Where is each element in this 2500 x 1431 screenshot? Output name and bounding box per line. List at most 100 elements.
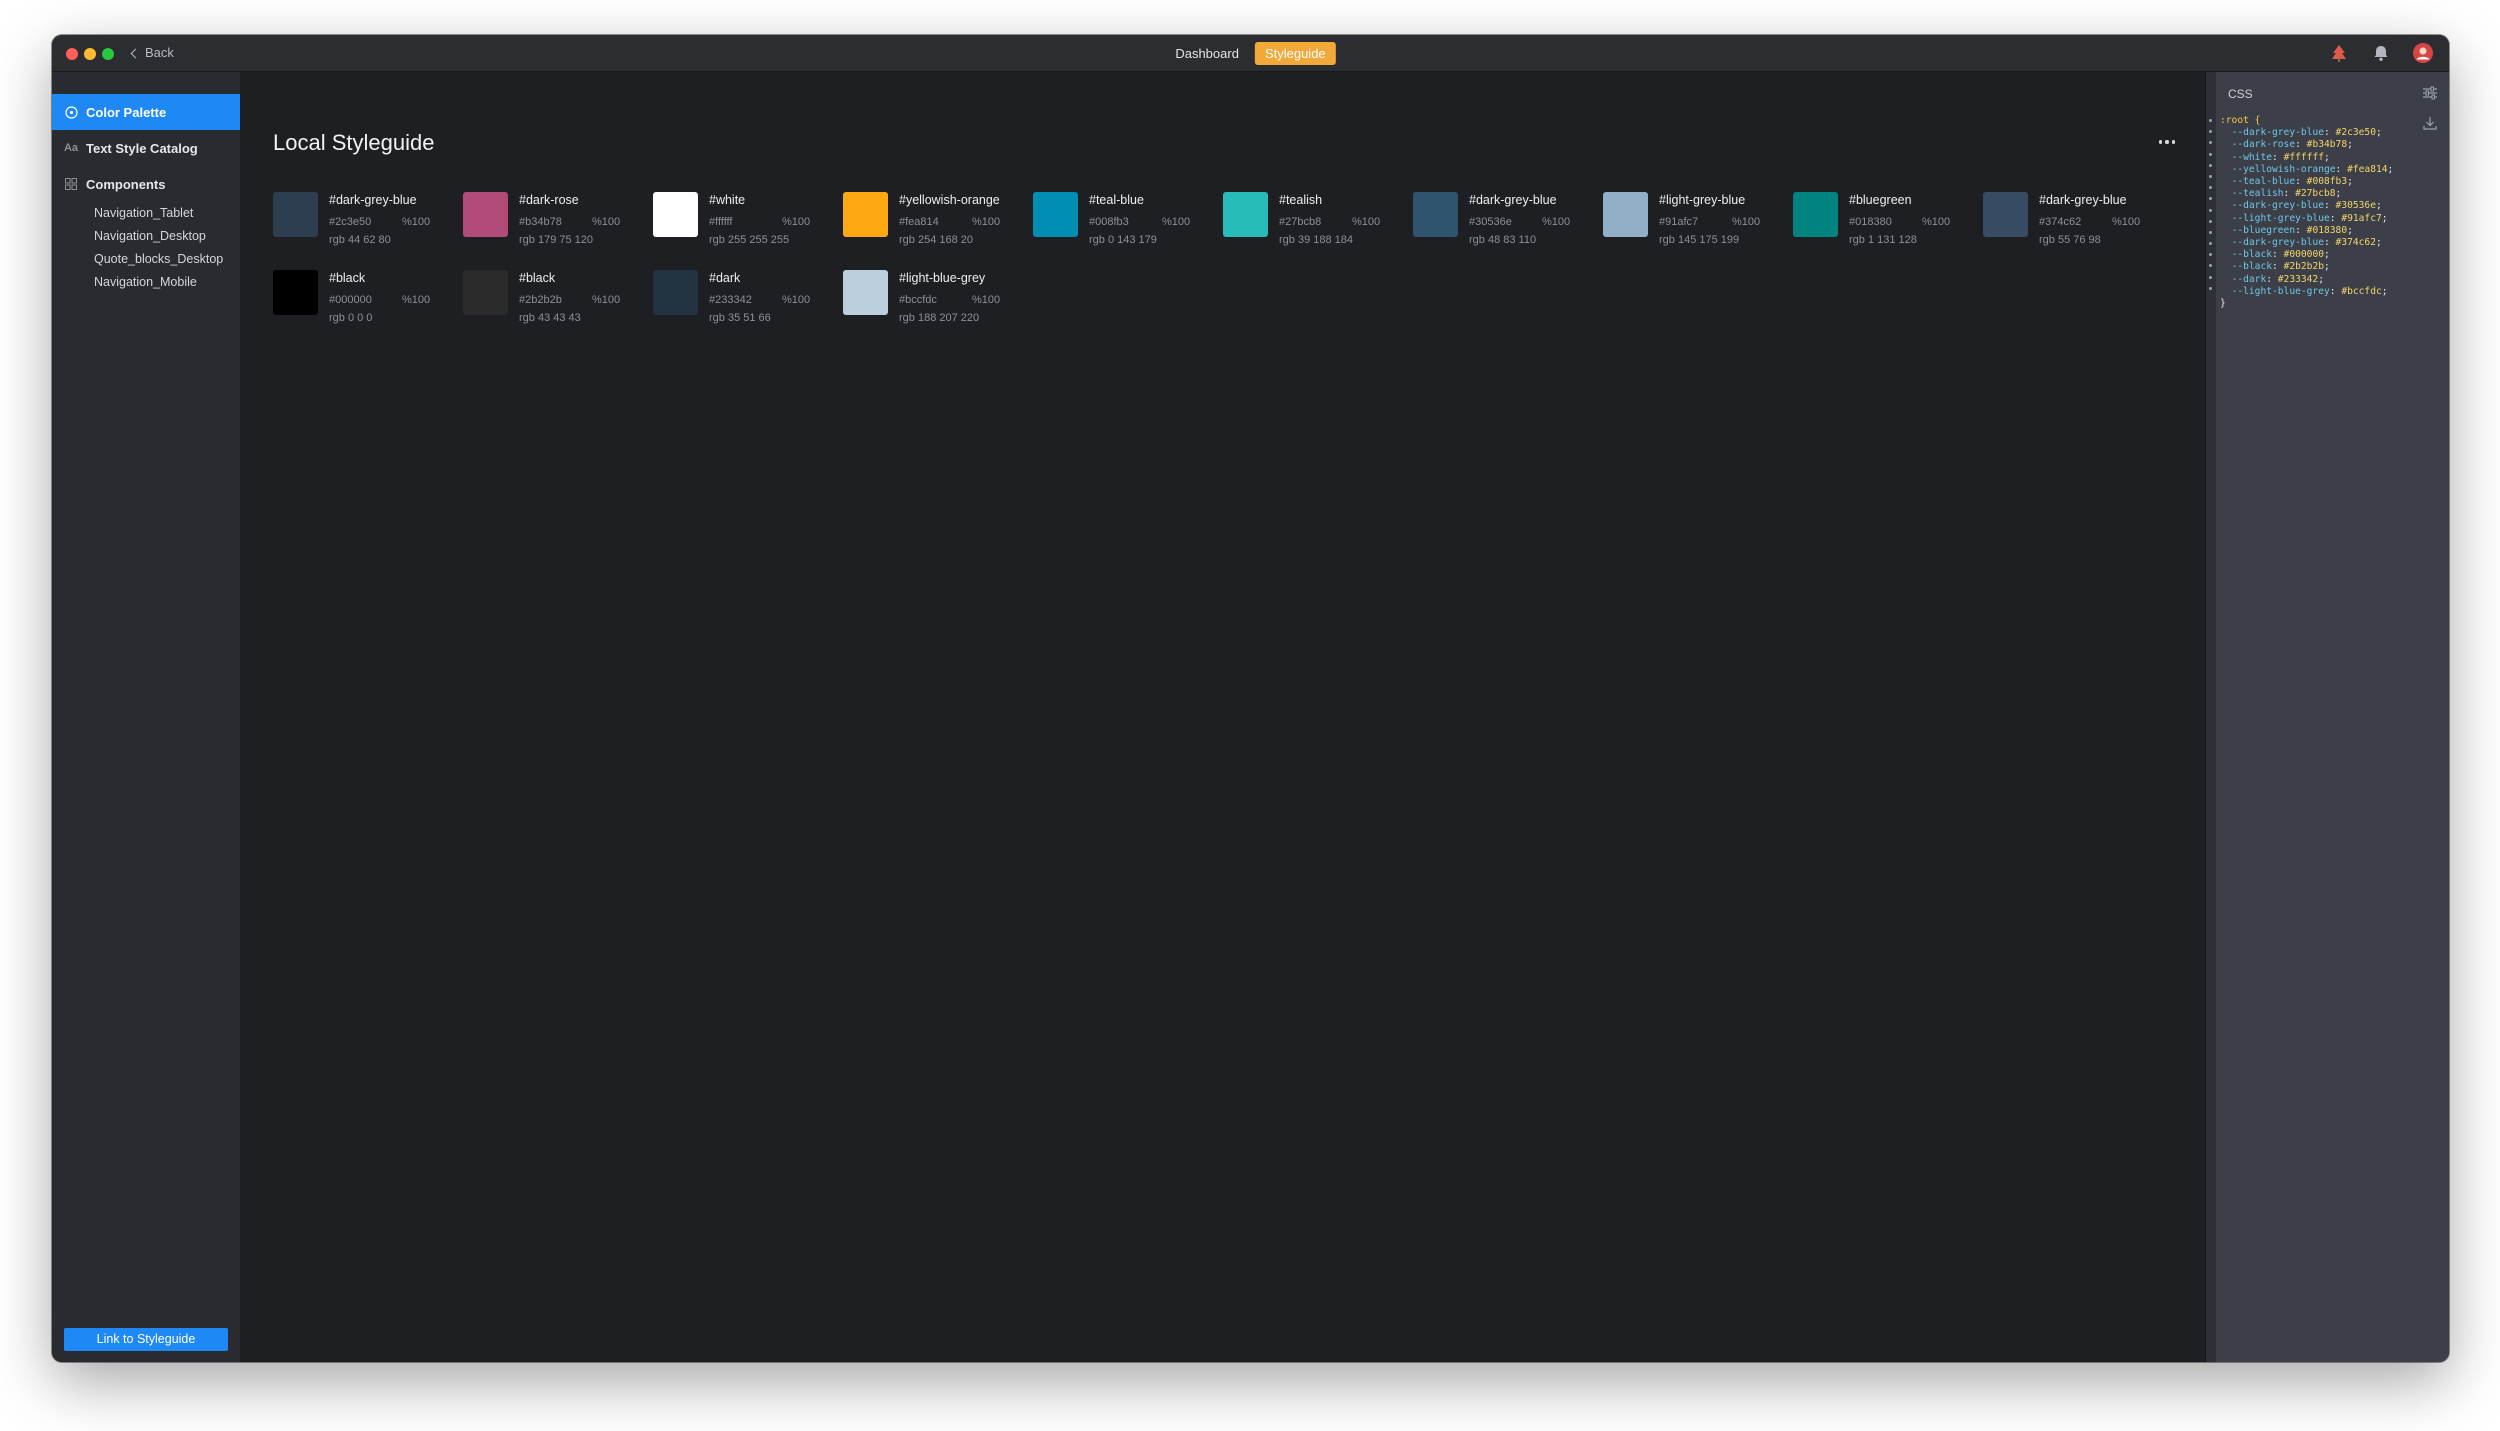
bell-icon[interactable] (2369, 41, 2393, 65)
code-line: :root { (2220, 115, 2393, 127)
sidebar-item-label: Components (86, 176, 166, 192)
color-swatch[interactable]: #teal-blue #008fb3 %100 rgb 0 143 179 (1033, 192, 1213, 252)
code-line: --black: #000000; (2231, 249, 2330, 261)
color-rgb: rgb 43 43 43 (519, 312, 581, 324)
color-rgb: rgb 179 75 120 (519, 234, 594, 246)
fold-marker (2209, 230, 2212, 234)
component-navigation-desktop[interactable]: Navigation_Desktop (52, 225, 240, 248)
color-hex: #2b2b2b (519, 294, 562, 306)
color-rgb: rgb 145 175 199 (1659, 234, 1740, 246)
color-hex: #374c62 (2039, 216, 2082, 228)
css-panel-tools (2421, 84, 2439, 132)
link-to-styleguide-button[interactable]: Link to Styleguide (64, 1328, 228, 1351)
settings-sliders-icon[interactable] (2421, 84, 2439, 102)
color-chip (1223, 192, 1268, 237)
color-swatch[interactable]: #dark-grey-blue #2c3e50 %100 rgb 44 62 8… (273, 192, 453, 252)
color-hex: #30536e (1469, 216, 1512, 228)
css-property: --dark-rose (2231, 139, 2296, 151)
tree-icon[interactable] (2327, 41, 2351, 65)
fold-marker (2209, 286, 2212, 290)
color-opacity: %100 (782, 294, 811, 306)
chevron-left-icon (130, 48, 141, 58)
titlebar-icons (2327, 41, 2435, 65)
download-icon[interactable] (2421, 114, 2439, 132)
color-rgb: rgb 35 51 66 (709, 312, 771, 324)
css-value: #374c62 (2335, 237, 2376, 249)
fold-marker (2209, 119, 2212, 122)
color-hex: #bccfdc (899, 294, 937, 306)
color-chip (653, 270, 698, 315)
css-code[interactable]: :root { --dark-grey-blue: #2c3e50; --dar… (2220, 115, 2393, 310)
color-opacity: %100 (2112, 216, 2141, 228)
more-options-button[interactable] (2158, 140, 2175, 144)
close-window-button[interactable] (66, 48, 78, 60)
component-quote-blocks-desktop[interactable]: Quote_blocks_Desktop (52, 248, 240, 271)
fold-marker (2209, 253, 2212, 257)
color-chip (1603, 192, 1648, 237)
color-swatch[interactable]: #black #000000 %100 rgb 0 0 0 (273, 270, 453, 330)
css-property: --dark (2231, 273, 2267, 285)
color-name: #white (709, 193, 746, 207)
color-swatch[interactable]: #dark-rose #b34b78 %100 rgb 179 75 120 (463, 192, 643, 252)
color-swatch[interactable]: #light-blue-grey #bccfdc %100 rgb 188 20… (843, 270, 1023, 330)
css-property: --dark-grey-blue (2231, 200, 2324, 212)
fold-marker (2209, 219, 2212, 223)
palette-icon (64, 105, 78, 119)
tab-dashboard[interactable]: Dashboard (1165, 42, 1249, 65)
color-swatch[interactable]: #dark #233342 %100 rgb 35 51 66 (653, 270, 833, 330)
components-icon (64, 177, 78, 191)
color-name: #dark-grey-blue (1469, 193, 1557, 207)
color-name: #tealish (1279, 193, 1323, 207)
css-value: #27bcb8 (2295, 188, 2336, 200)
app-window: Back Dashboard Styleguide Color Palette … (52, 35, 2449, 1362)
color-opacity: %100 (1732, 216, 1761, 228)
color-hex: #91afc7 (1659, 216, 1699, 228)
css-value: #018380 (2306, 224, 2348, 236)
more-dot-icon (2158, 140, 2162, 144)
css-value: #fea814 (2347, 163, 2388, 175)
sidebar-item-color-palette[interactable]: Color Palette (52, 94, 240, 130)
color-swatch[interactable]: #light-grey-blue #91afc7 %100 rgb 145 17… (1603, 192, 1783, 252)
color-swatch[interactable]: #dark-grey-blue #374c62 %100 rgb 55 76 9… (1983, 192, 2163, 252)
color-swatch[interactable]: #yellowish-orange #fea814 %100 rgb 254 1… (843, 192, 1023, 252)
tab-styleguide[interactable]: Styleguide (1254, 42, 1336, 65)
css-property: --black (2231, 261, 2272, 273)
sidebar-item-text-style-catalog[interactable]: Aa Text Style Catalog (52, 130, 240, 166)
color-rgb: rgb 188 207 220 (899, 312, 980, 324)
color-chip (1413, 192, 1458, 237)
component-navigation-tablet[interactable]: Navigation_Tablet (52, 202, 240, 225)
color-name: #yellowish-orange (899, 193, 1000, 207)
maximize-window-button[interactable] (102, 48, 114, 60)
fold-marker (2209, 141, 2212, 145)
color-opacity: %100 (402, 294, 431, 306)
minimize-window-button[interactable] (84, 48, 96, 60)
css-property: --dark-grey-blue (2231, 237, 2324, 249)
component-navigation-mobile[interactable]: Navigation_Mobile (52, 271, 240, 294)
color-name: #dark-grey-blue (329, 193, 417, 207)
css-property: --teal-blue (2231, 176, 2296, 188)
color-swatch[interactable]: #dark-grey-blue #30536e %100 rgb 48 83 1… (1413, 192, 1593, 252)
color-rgb: rgb 0 0 0 (329, 312, 373, 324)
color-opacity: %100 (1922, 216, 1951, 228)
page-title: Local Styleguide (273, 130, 435, 155)
color-opacity: %100 (1542, 216, 1571, 228)
code-line: } (2220, 298, 2393, 310)
css-value: #2b2b2b (2283, 261, 2324, 273)
color-swatch[interactable]: #black #2b2b2b %100 rgb 43 43 43 (463, 270, 643, 330)
color-swatch[interactable]: #white #ffffff %100 rgb 255 255 255 (653, 192, 833, 252)
css-property: --light-grey-blue (2231, 212, 2330, 224)
color-hex: #000000 (329, 294, 372, 306)
color-swatch[interactable]: #bluegreen #018380 %100 rgb 1 131 128 (1793, 192, 1973, 252)
avatar-icon[interactable] (2411, 41, 2435, 65)
code-line: --black: #2b2b2b; (2231, 261, 2330, 273)
back-button[interactable]: Back (130, 45, 174, 60)
sidebar-item-components[interactable]: Components (52, 166, 240, 202)
color-swatch[interactable]: #tealish #27bcb8 %100 rgb 39 188 184 (1223, 192, 1403, 252)
color-name: #light-grey-blue (1659, 193, 1746, 207)
fold-marker (2209, 174, 2212, 178)
code-line: --light-grey-blue: #91afc7; (2231, 212, 2388, 224)
css-value: #2c3e50 (2335, 127, 2376, 139)
fold-marker (2209, 208, 2212, 212)
code-line: --dark-rose: #b34b78; (2231, 139, 2353, 151)
code-brace: } (2220, 298, 2226, 310)
